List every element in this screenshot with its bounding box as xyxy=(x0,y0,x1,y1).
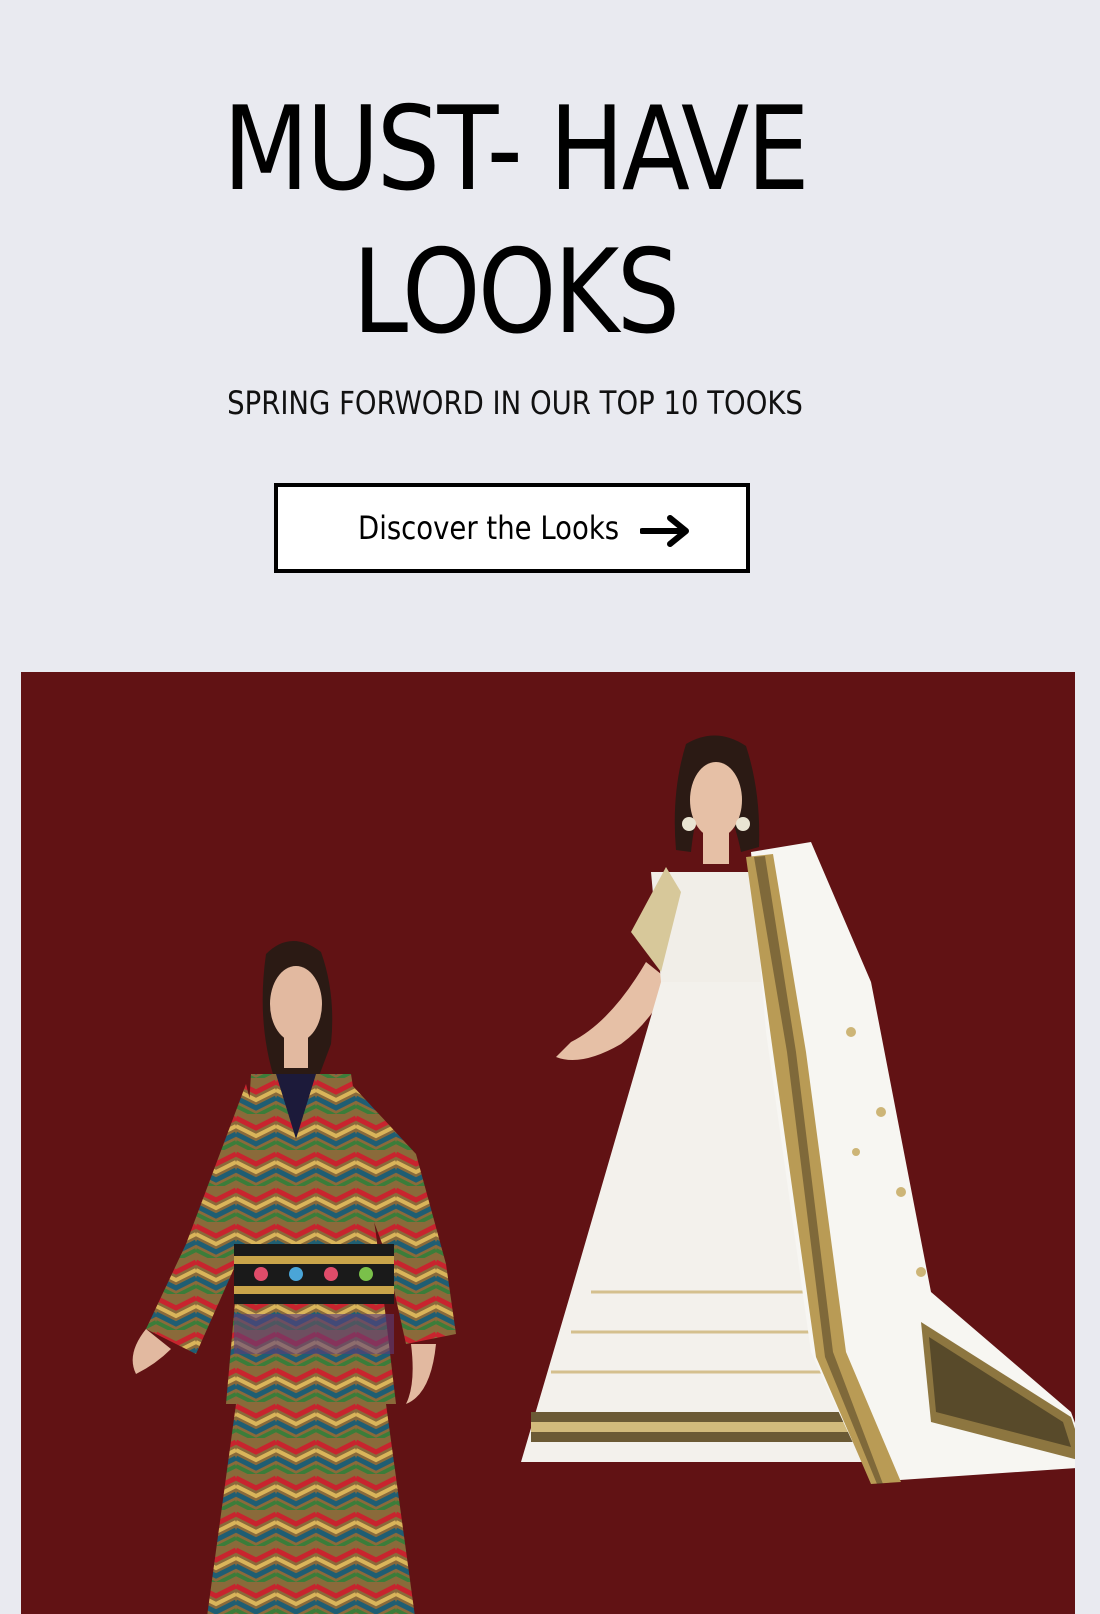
hero-title-line-1: MUST- HAVE xyxy=(222,82,810,217)
featured-looks-panel xyxy=(21,672,1075,1614)
hero-title-line-2: LOOKS xyxy=(352,225,680,360)
model-left-image[interactable] xyxy=(116,934,496,1614)
hero-title: MUST- HAVE LOOKS xyxy=(72,78,958,364)
promo-page: { "hero": { "title_line1": "MUST- HAVE",… xyxy=(0,0,1100,1614)
discover-looks-button[interactable]: Discover the Looks xyxy=(274,483,750,573)
model-right-image[interactable] xyxy=(511,732,1075,1522)
discover-looks-label: Discover the Looks xyxy=(358,509,620,547)
hero-subtitle: SPRING FORWORD IN OUR TOP 10 TOOKS xyxy=(227,384,803,422)
arrow-right-icon xyxy=(640,515,689,547)
